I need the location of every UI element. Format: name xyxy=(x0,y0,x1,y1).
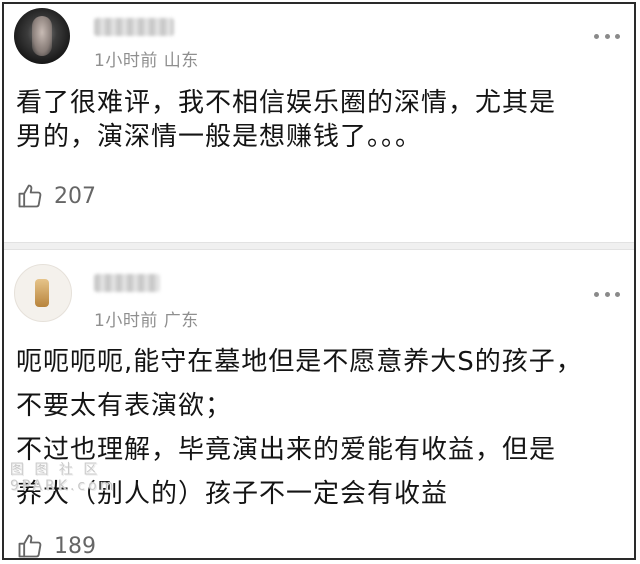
avatar[interactable] xyxy=(14,8,70,64)
more-dots-icon[interactable] xyxy=(594,32,620,40)
watermark-line: 图 图 社 区 xyxy=(10,462,101,478)
comment-item: 1小时前 山东 看了很难评，我不相信娱乐圈的深情，尤其是 男的，演深情一般是想赚… xyxy=(4,4,634,242)
username-blurred[interactable] xyxy=(94,274,160,292)
like-button[interactable]: 189 xyxy=(16,532,96,560)
comment-meta: 1小时前 山东 xyxy=(94,51,199,71)
comment-line: 男的，演深情一般是想赚钱了。。。 xyxy=(16,122,423,152)
comment-line: 不要太有表演欲； xyxy=(16,391,233,421)
thumbs-up-icon xyxy=(18,184,42,208)
comment-line: 呃呃呃呃,能守在墓地但是不愿意养大S的孩子， xyxy=(16,347,583,377)
comment-text: 看了很难评，我不相信娱乐圈的深情，尤其是 男的，演深情一般是想赚钱了。。。 xyxy=(16,86,624,154)
like-count: 207 xyxy=(54,183,96,209)
watermark-line: 9PARK.com xyxy=(10,478,117,494)
comment-line: 看了很难评，我不相信娱乐圈的深情，尤其是 xyxy=(16,88,557,118)
username-blurred[interactable] xyxy=(94,18,174,36)
like-button[interactable]: 207 xyxy=(16,182,96,210)
site-watermark: 图 图 社 区 9PARK.com xyxy=(10,462,130,500)
avatar[interactable] xyxy=(14,264,72,322)
comment-separator xyxy=(4,242,634,250)
comment-item: 1小时前 广东 呃呃呃呃,能守在墓地但是不愿意养大S的孩子， 不要太有表演欲； … xyxy=(4,250,634,562)
like-count: 189 xyxy=(54,533,96,559)
comment-meta: 1小时前 广东 xyxy=(94,311,199,331)
thumbs-up-icon xyxy=(18,534,42,558)
more-dots-icon[interactable] xyxy=(594,290,620,298)
